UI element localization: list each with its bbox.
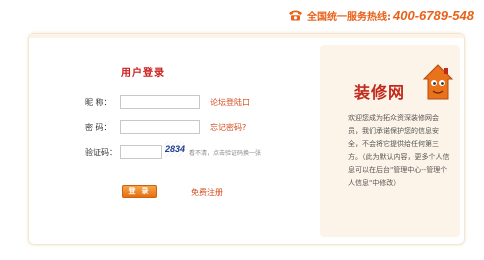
brand-logo-text: 装修网 xyxy=(354,83,406,102)
captcha-input[interactable] xyxy=(120,145,162,159)
username-label: 昵 称： xyxy=(85,98,112,107)
phone-icon xyxy=(289,10,303,21)
register-link[interactable]: 免费注册 xyxy=(191,187,223,198)
password-input[interactable] xyxy=(120,120,200,134)
login-button[interactable]: 登 录 xyxy=(122,185,157,198)
hotline-number: 400-6789-548 xyxy=(393,7,474,23)
captcha-image[interactable]: 2834 xyxy=(165,141,185,157)
service-hotline: 全国统一服务热线: 400-6789-548 xyxy=(288,6,474,24)
captcha-refresh-hint[interactable]: 看不清，点击验证码换一张 xyxy=(189,148,261,157)
forgot-password-link[interactable]: 忘记密码? xyxy=(210,122,246,133)
brand-panel: 装修网 欢迎您成为拓众资深装修网会员，我们承诺保护您的信息安全，不会将它提供给任… xyxy=(320,45,460,237)
captcha-label: 验证码： xyxy=(85,148,117,157)
password-label: 密 码： xyxy=(85,123,112,132)
forum-login-link[interactable]: 论坛登陆口 xyxy=(210,97,250,108)
member-intro-text: 欢迎您成为拓众资深装修网会员，我们承诺保护您的信息安全，不会将它提供给任何第三方… xyxy=(348,114,450,187)
login-container: 用户登录 昵 称： 论坛登陆口 密 码： 忘记密码? 验证码： 2834 看不清… xyxy=(28,33,465,245)
username-input[interactable] xyxy=(120,95,200,109)
login-title: 用户登录 xyxy=(121,68,165,79)
hotline-label: 全国统一服务热线: xyxy=(307,11,392,23)
house-mascot-icon xyxy=(423,64,453,100)
